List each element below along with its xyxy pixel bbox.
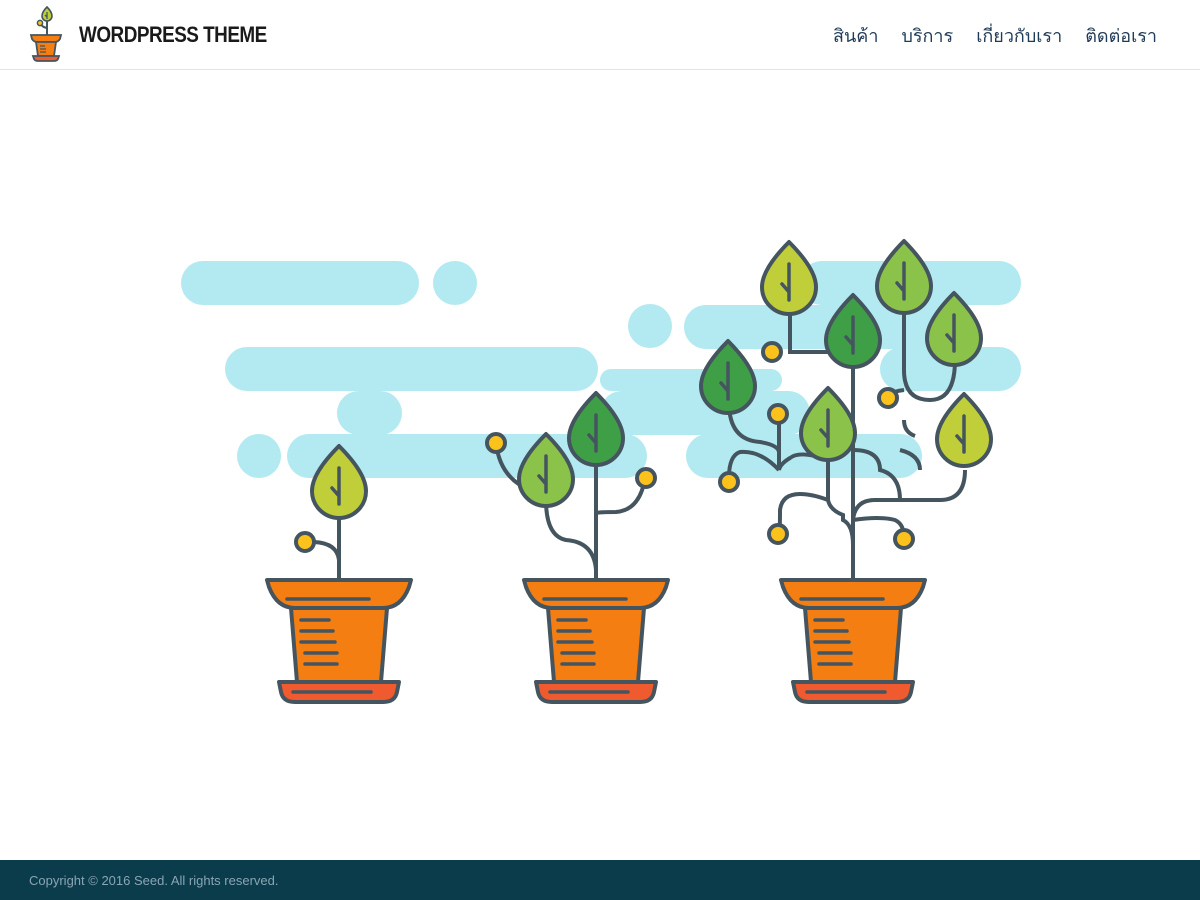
nav-item-contact[interactable]: ติดต่อเรา	[1085, 21, 1157, 50]
potted-sprout-icon	[29, 5, 63, 64]
brand-link[interactable]: WORDPRESS THEME	[29, 5, 297, 64]
nav-item-services[interactable]: บริการ	[901, 21, 953, 50]
site-footer: Copyright © 2016 Seed. All rights reserv…	[0, 860, 1200, 900]
site-header: WORDPRESS THEME สินค้า บริการ เกี่ยวกับเ…	[0, 0, 1200, 70]
copyright-text: Copyright © 2016 Seed. All rights reserv…	[29, 873, 279, 888]
nav-item-products[interactable]: สินค้า	[833, 21, 878, 50]
small-plant	[265, 444, 413, 704]
hero-section	[0, 71, 1200, 860]
nav-item-about[interactable]: เกี่ยวกับเรา	[976, 21, 1062, 50]
growing-plants-illustration	[181, 239, 1021, 704]
main-nav: สินค้า บริการ เกี่ยวกับเรา ติดต่อเรา	[810, 0, 1157, 70]
site-title: WORDPRESS THEME	[79, 22, 267, 47]
